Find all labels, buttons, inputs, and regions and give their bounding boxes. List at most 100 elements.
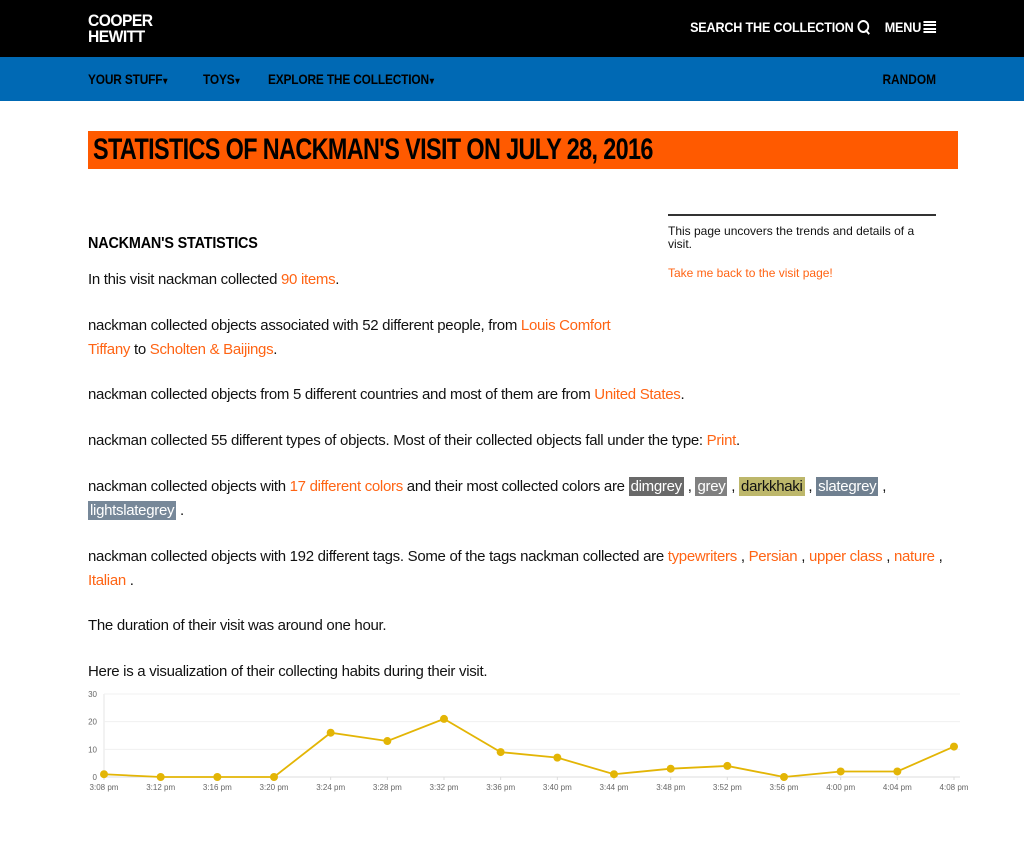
hamburger-menu-icon (923, 21, 936, 33)
section-heading: NACKMAN'S STATISTICS (88, 235, 258, 252)
data-point (836, 767, 845, 776)
duration-stat: The duration of their visit was around o… (88, 617, 387, 634)
separator: , (683, 478, 696, 495)
person-link-scholten-baijings[interactable]: Scholten & Baijings (150, 341, 274, 358)
nav-random[interactable]: RANDOM (882, 71, 936, 87)
color-chip-lightslategrey[interactable]: lightslategrey (88, 501, 177, 520)
data-point (780, 773, 788, 781)
visualization-intro: Here is a visualization of their collect… (88, 663, 488, 680)
stat-text: . (176, 502, 184, 519)
series-line (103, 717, 955, 778)
tag-link-typewriters[interactable]: typewriters (668, 548, 738, 565)
stat-text: and their most collected colors are (402, 478, 629, 495)
colors-count-link[interactable]: 17 different colors (290, 478, 404, 495)
tag-link-nature[interactable]: nature (894, 548, 935, 565)
x-tick-label: 3:12 pm (146, 783, 175, 792)
items-count-link[interactable]: 90 items (281, 271, 336, 288)
collecting-habits-chart: 0 10 20 30 3:08 pm 3:12 pm 3:16 pm 3:20 pm 3:24 … (70, 686, 970, 796)
data-point (666, 764, 675, 773)
chevron-down-icon: ▾ (163, 76, 168, 87)
stat-text: . (335, 271, 340, 288)
menu-button[interactable]: MENU (884, 19, 936, 35)
stat-text: . (680, 386, 685, 403)
main-nav: YOUR STUFF▾ TOYS▾ EXPLORE THE COLLECTION… (0, 57, 1024, 101)
search-label: SEARCH THE COLLECTION (689, 19, 854, 35)
search-collection-button[interactable]: SEARCH THE COLLECTION (690, 19, 871, 35)
data-point (213, 773, 222, 781)
data-point (553, 753, 562, 762)
stat-text: nackman collected 55 different types of … (88, 432, 707, 449)
y-tick-label: 10 (88, 745, 97, 754)
search-icon (857, 19, 871, 35)
data-point (100, 770, 108, 779)
data-point (610, 770, 618, 779)
data-point (326, 728, 335, 737)
stat-text: nackman collected objects from 5 differe… (88, 386, 595, 403)
color-chip-grey[interactable]: grey (695, 477, 728, 496)
page-title-banner: STATISTICS OF NACKMAN'S VISIT ON JULY 28… (88, 131, 958, 169)
x-tick-label: 3:20 pm (260, 783, 289, 792)
separator: , (804, 478, 817, 495)
stat-text: nackman collected objects with 192 diffe… (88, 548, 668, 565)
tags-stat: nackman collected objects with 192 diffe… (88, 545, 948, 593)
nav-explore-collection[interactable]: EXPLORE THE COLLECTION▾ (268, 71, 434, 87)
top-bar: COOPER HEWITT SEARCH THE COLLECTION MENU (0, 0, 1024, 57)
sidebar-description: This page uncovers the trends and detail… (668, 224, 915, 251)
types-stat: nackman collected 55 different types of … (88, 429, 948, 453)
x-tick-label: 3:44 pm (600, 783, 629, 792)
stat-text: to (130, 341, 150, 358)
data-point (383, 737, 392, 746)
stat-text: . (125, 572, 134, 589)
stat-text: . (273, 341, 278, 358)
x-tick-label: 4:04 pm (883, 783, 912, 792)
x-tick-label: 3:40 pm (543, 783, 572, 792)
data-point (270, 773, 278, 781)
x-tick-label: 4:00 pm (826, 783, 855, 792)
colors-stat: nackman collected objects with 17 differ… (88, 475, 948, 523)
menu-label: MENU (884, 19, 921, 35)
x-tick-label: 3:24 pm (316, 783, 345, 792)
y-tick-label: 30 (88, 690, 97, 699)
stat-text: nackman collected objects associated wit… (88, 317, 521, 334)
stat-text: . (736, 432, 740, 449)
color-chip-slategrey[interactable]: slategrey (816, 477, 879, 496)
logo-line-2: HEWITT (88, 27, 145, 46)
separator: , (934, 548, 943, 565)
color-chip-dimgrey[interactable]: dimgrey (628, 477, 684, 496)
x-tick-label: 3:08 pm (90, 783, 119, 792)
nav-label: YOUR STUFF (88, 71, 163, 87)
line-chart-svg: 0 10 20 30 3:08 pm 3:12 pm 3:16 pm 3:20 pm 3:24 … (88, 690, 969, 792)
x-tick-label: 3:16 pm (203, 783, 232, 792)
x-tick-label: 3:36 pm (486, 783, 515, 792)
page-title: STATISTICS OF NACKMAN'S VISIT ON JULY 28… (93, 133, 653, 166)
tag-link-upper-class[interactable]: upper class (809, 548, 883, 565)
data-point (156, 773, 165, 781)
x-tick-label: 3:52 pm (713, 783, 742, 792)
tag-link-persian[interactable]: Persian (749, 548, 798, 565)
sidebar: This page uncovers the trends and detail… (668, 214, 936, 280)
tag-link-italian[interactable]: Italian (88, 572, 126, 589)
items-stat: In this visit nackman collected 90 items… (88, 268, 628, 292)
separator: , (727, 478, 740, 495)
nav-label: TOYS (203, 71, 235, 87)
stat-text: In this visit nackman collected (88, 271, 281, 288)
x-tick-label: 3:28 pm (373, 783, 402, 792)
data-point (496, 748, 505, 757)
separator: , (736, 548, 749, 565)
countries-stat: nackman collected objects from 5 differe… (88, 383, 948, 407)
cooper-hewitt-logo[interactable]: COOPER HEWITT (88, 12, 153, 46)
chevron-down-icon: ▾ (235, 76, 240, 87)
x-tick-label: 4:08 pm (940, 783, 969, 792)
back-to-visit-link[interactable]: Take me back to the visit page! (668, 266, 833, 280)
data-point (723, 761, 732, 770)
color-chip-darkkhaki[interactable]: darkkhaki (739, 477, 805, 496)
nav-toys[interactable]: TOYS▾ (203, 71, 240, 87)
country-link-united-states[interactable]: United States (594, 386, 680, 403)
data-point (440, 714, 448, 723)
data-point (893, 767, 902, 776)
x-tick-label: 3:56 pm (770, 783, 799, 792)
separator: , (882, 548, 894, 565)
nav-your-stuff[interactable]: YOUR STUFF▾ (88, 71, 167, 87)
type-link-print[interactable]: Print (707, 432, 737, 449)
people-stat: nackman collected objects associated wit… (88, 314, 628, 362)
